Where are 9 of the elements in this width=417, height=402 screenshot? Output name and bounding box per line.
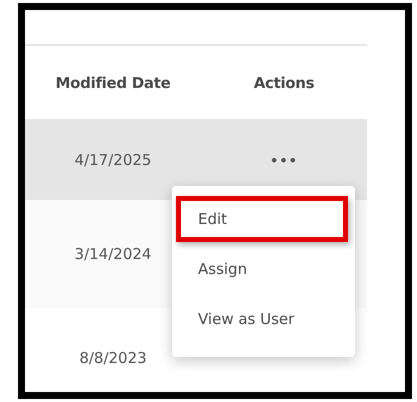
date-cell: 3/14/2024 bbox=[74, 245, 152, 263]
menu-item[interactable]: Edit bbox=[176, 196, 348, 242]
date-cell: 4/17/2025 bbox=[74, 150, 152, 168]
date-cell: 8/8/2023 bbox=[79, 349, 147, 367]
menu-item[interactable]: Assign bbox=[176, 246, 348, 292]
menu-item[interactable]: View as User bbox=[176, 296, 348, 342]
more-actions-button[interactable]: ••• bbox=[270, 154, 298, 168]
column-header: Modified Date bbox=[56, 74, 170, 92]
column-header: Actions bbox=[254, 74, 314, 92]
